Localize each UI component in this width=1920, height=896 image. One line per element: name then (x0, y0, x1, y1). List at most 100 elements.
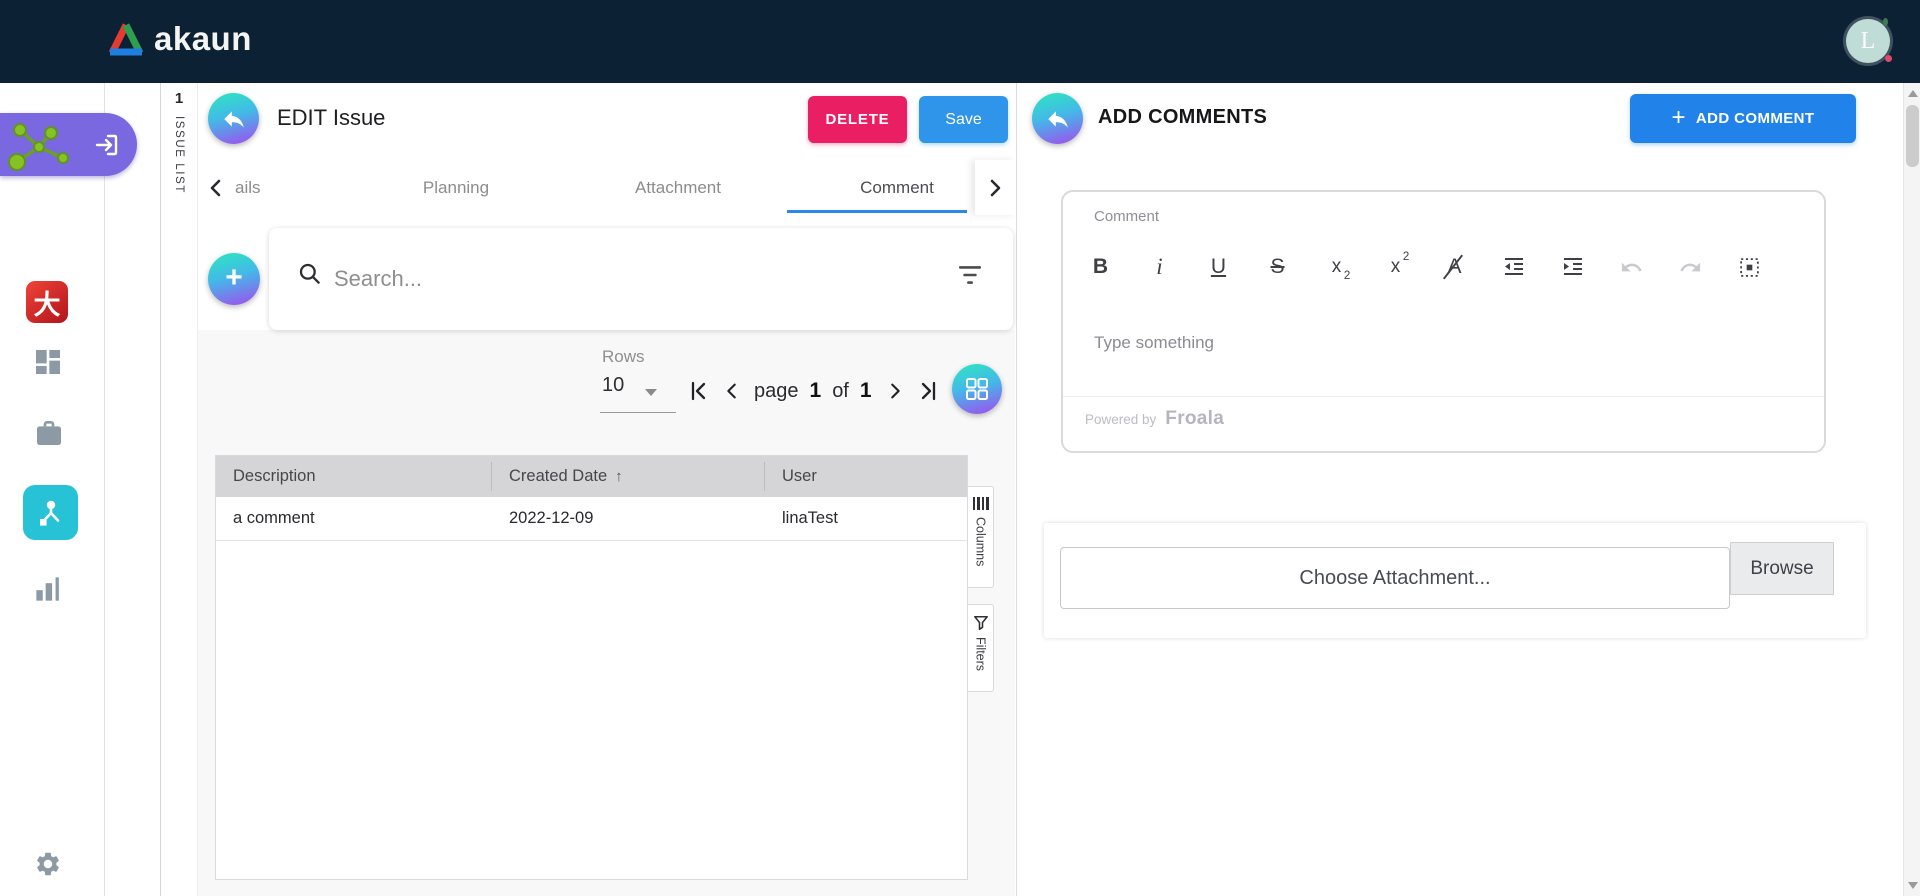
filter-list-icon[interactable] (957, 264, 983, 286)
app-sidebar: 大 (0, 83, 105, 896)
user-avatar[interactable]: L (1846, 18, 1892, 63)
pagination-controls: page 1 of 1 (684, 373, 943, 409)
selected-tab-underline (787, 210, 967, 213)
bold-button[interactable]: B (1071, 240, 1130, 294)
scroll-down-icon[interactable] (1908, 882, 1918, 889)
grid-view-button[interactable] (952, 364, 1002, 414)
redo-icon (1680, 262, 1701, 271)
next-page-button[interactable] (881, 376, 909, 406)
sidebar-item-app[interactable]: 大 (26, 281, 68, 323)
outdent-icon (1504, 257, 1523, 276)
columns-icon (972, 497, 989, 510)
cell-user: linaTest (782, 509, 838, 527)
tabs-scroll-right[interactable] (975, 160, 1016, 215)
search-input[interactable] (332, 258, 896, 300)
sidebar-item-briefcase[interactable] (33, 418, 65, 448)
add-comment-button[interactable]: + ADD COMMENT (1630, 94, 1856, 143)
tab-comment-selected[interactable]: Comment (860, 160, 934, 215)
back-button[interactable] (1032, 93, 1083, 144)
issue-list-collapsed-panel[interactable]: 1 ISSUE LIST (160, 83, 198, 896)
rows-per-page-label: Rows (602, 347, 645, 366)
add-comment-row-button[interactable]: + (208, 253, 260, 305)
subscript-icon: x2 (1331, 256, 1351, 282)
outdent-button[interactable] (1484, 240, 1543, 294)
issue-list-label: ISSUE LIST (173, 116, 185, 194)
filters-side-tab[interactable]: Filters (968, 604, 994, 692)
funnel-icon (973, 615, 988, 630)
back-button[interactable] (208, 93, 259, 144)
vertical-scrollbar[interactable] (1903, 83, 1920, 896)
avatar-letter: L (1860, 27, 1876, 54)
editor-content-area[interactable]: Type something (1094, 333, 1214, 353)
strikethrough-button[interactable]: S (1248, 240, 1307, 294)
scroll-up-icon[interactable] (1908, 90, 1918, 97)
table-row[interactable]: a comment 2022-12-09 linaTest (216, 497, 967, 541)
columns-side-tab[interactable]: Columns (968, 486, 994, 588)
rows-per-page-select[interactable]: 10 (602, 374, 624, 397)
add-comment-label: ADD COMMENT (1695, 110, 1815, 127)
previous-page-button[interactable] (718, 376, 746, 406)
comment-editor: Comment B i U S x2 x2 A (1061, 190, 1826, 453)
undo-button[interactable] (1602, 240, 1661, 294)
tab-planning[interactable]: Planning (423, 160, 489, 215)
delete-button[interactable]: DELETE (808, 96, 907, 143)
underline-button[interactable]: U (1189, 240, 1248, 294)
attachment-card: Choose Attachment... Browse (1044, 523, 1866, 638)
rows-select-caret-icon[interactable] (645, 389, 657, 396)
clear-formatting-button[interactable]: A (1425, 240, 1484, 294)
app-root: akaun L 大 1 ISSUE LIST EDIT Issue DELETE… (0, 0, 1920, 896)
indent-button[interactable] (1543, 240, 1602, 294)
superscript-button[interactable]: x2 (1366, 240, 1425, 294)
chevron-left-icon (727, 383, 736, 399)
column-divider (764, 462, 765, 491)
editor-toolbar: B i U S x2 x2 A (1071, 240, 1779, 294)
redo-button[interactable] (1661, 240, 1720, 294)
issue-count: 1 (174, 90, 184, 107)
select-all-icon (1740, 257, 1759, 277)
akaun-logo: akaun (106, 20, 252, 58)
last-page-icon (921, 381, 935, 401)
avatar-flower-decoration (1885, 55, 1892, 62)
column-header-created-date[interactable]: Created Date ↑ (509, 456, 623, 497)
editor-divider (1063, 396, 1824, 397)
molecule-icon (8, 122, 69, 171)
last-page-button[interactable] (915, 376, 943, 406)
tab-details-clipped[interactable]: ails (235, 160, 261, 215)
powered-by-text: Powered by (1085, 412, 1157, 427)
cell-description: a comment (233, 509, 315, 527)
current-page-number: 1 (809, 379, 822, 402)
undo-icon (1621, 262, 1642, 271)
first-page-icon (691, 381, 706, 401)
sidebar-item-dashboard[interactable] (32, 346, 64, 378)
brand-name: akaun (154, 20, 252, 57)
sidebar-item-workspace-active[interactable] (0, 113, 137, 176)
table-header-row: Description Created Date ↑ User (216, 456, 967, 497)
subscript-button[interactable]: x2 (1307, 240, 1366, 294)
select-all-button[interactable] (1720, 240, 1779, 294)
browse-button[interactable]: Browse (1730, 542, 1834, 595)
avatar-leaf-decoration (1883, 18, 1888, 26)
sidebar-item-workflow-selected[interactable] (23, 485, 78, 540)
comment-field-label: Comment (1094, 208, 1160, 225)
briefcase-icon (37, 421, 61, 445)
of-word: of (832, 379, 849, 402)
page-word: page (754, 379, 799, 402)
save-button[interactable]: Save (919, 96, 1008, 143)
sidebar-item-reports[interactable] (34, 576, 62, 602)
tab-attachment[interactable]: Attachment (635, 160, 721, 215)
chevron-left-icon (210, 179, 221, 196)
choose-attachment-input[interactable]: Choose Attachment... (1060, 547, 1730, 609)
column-header-user[interactable]: User (782, 456, 817, 497)
column-header-description[interactable]: Description (233, 456, 316, 497)
indent-icon (1563, 257, 1582, 276)
issue-tabs: ails Planning Attachment Comment (196, 160, 1016, 215)
sidebar-item-settings[interactable] (34, 850, 62, 878)
tabs-scroll-left[interactable] (200, 160, 230, 215)
edit-issue-panel: EDIT Issue DELETE Save ails Planning Att… (196, 83, 1017, 896)
first-page-button[interactable] (684, 376, 712, 406)
scrollbar-thumb[interactable] (1906, 105, 1919, 167)
froala-brand: Froala (1165, 408, 1225, 429)
add-comments-panel: ADD COMMENT S + ADD COMMENT Comment B i U… (1017, 83, 1903, 896)
italic-button[interactable]: i (1130, 240, 1189, 294)
search-icon (299, 263, 320, 284)
